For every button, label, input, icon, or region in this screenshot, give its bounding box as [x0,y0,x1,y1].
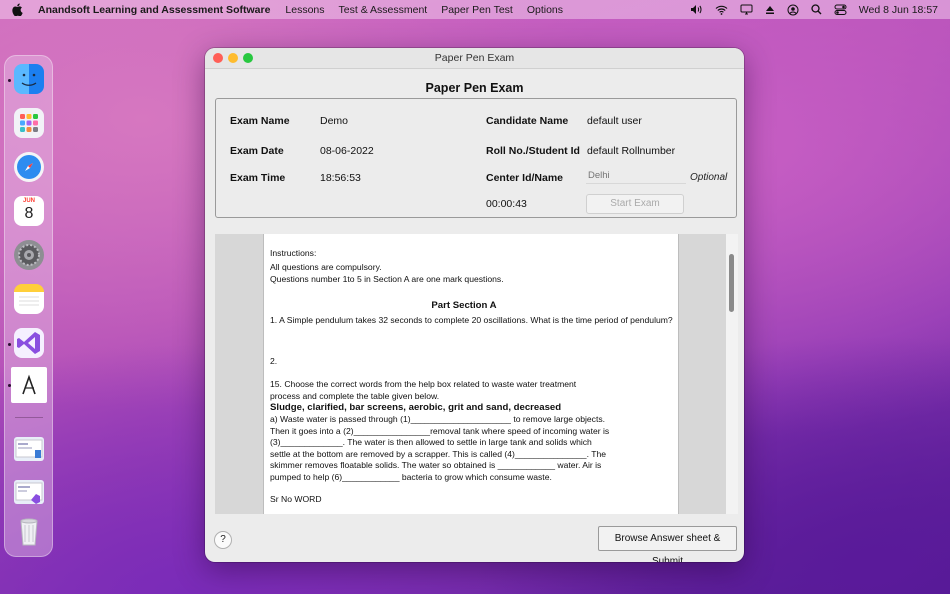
instructions-heading: Instructions: [270,248,317,258]
eject-icon[interactable] [765,5,775,15]
exam-date-label: Exam Date [230,145,284,157]
calendar-icon[interactable]: JUN 8 [14,196,44,226]
finder-icon[interactable] [14,64,44,94]
exam-time-value: 18:56:53 [320,172,361,184]
window-title: Paper Pen Exam [434,52,515,64]
anandsoft-app-icon[interactable] [11,367,47,403]
question-15-body-line: skimmer removes floatable solids. The wa… [270,460,602,470]
close-icon[interactable] [213,53,223,63]
page-title: Paper Pen Exam [425,81,524,95]
running-indicator [8,79,11,82]
exam-time-label: Exam Time [230,172,286,184]
question-15-body-line: pumped to help (6)____________ bacteria … [270,472,552,482]
search-icon[interactable] [811,4,822,15]
minimize-icon[interactable] [228,53,238,63]
section-title: Part Section A [431,300,497,311]
roll-no-label: Roll No./Student Id [486,145,580,157]
vertical-scrollbar[interactable] [726,234,738,514]
menubar-clock[interactable]: Wed 8 Jun 18:57 [859,4,938,16]
question-paper-viewer[interactable]: Instructions: All questions are compulso… [215,234,726,514]
question-15-body-line: Then it goes into a (2)________________r… [270,426,610,436]
paper-pen-exam-window: Paper Pen Exam Paper Pen Exam Exam Name … [205,48,744,562]
help-box-words: Sludge, clarified, bar screens, aerobic,… [270,402,562,413]
center-id-label: Center Id/Name [486,172,564,184]
menu-test-assessment[interactable]: Test & Assessment [339,4,428,16]
calendar-day: 8 [24,205,34,222]
menu-paper-pen-test[interactable]: Paper Pen Test [441,4,513,16]
question-paper-page: Instructions: All questions are compulso… [263,234,679,514]
exam-date-value: 08-06-2022 [320,145,374,157]
exam-name-label: Exam Name [230,115,290,127]
display-icon[interactable] [740,4,753,15]
roll-no-value: default Rollnumber [587,145,676,157]
exam-name-value: Demo [320,115,349,127]
exam-info-panel: Exam Name Demo Exam Date 08-06-2022 Exam… [215,98,737,218]
dock: JUN 8 [4,55,53,557]
wifi-icon[interactable] [715,5,728,15]
center-id-input[interactable] [586,167,686,184]
apple-icon[interactable] [12,3,26,16]
question-1: 1. A Simple pendulum takes 32 seconds to… [270,315,673,325]
notes-icon[interactable] [14,284,44,314]
zoom-icon[interactable] [243,53,253,63]
menu-bar: Anandsoft Learning and Assessment Softwa… [0,0,950,19]
preview-window-icon[interactable] [14,437,44,461]
start-exam-button[interactable]: Start Exam [586,194,684,214]
exam-timer: 00:00:43 [486,198,527,210]
candidate-name-label: Candidate Name [486,115,569,127]
question-15-line: 15. Choose the correct words from the he… [270,379,577,389]
volume-icon[interactable] [690,4,703,15]
question-2: 2. [270,356,278,366]
table-header-line: Sr No WORD [270,494,322,504]
menu-options[interactable]: Options [527,4,563,16]
help-button[interactable]: ? [214,531,232,549]
instructions-line: All questions are compulsory. [270,262,382,272]
user-icon[interactable] [787,4,799,16]
window-titlebar[interactable]: Paper Pen Exam [205,48,744,69]
question-15-body-line: settle at the bottom are removed by a sc… [270,449,606,459]
vs-window-icon[interactable] [14,480,44,504]
candidate-name-value: default user [587,115,642,127]
optional-note: Optional [690,172,728,183]
running-indicator [8,343,11,346]
control-center-icon[interactable] [834,4,847,15]
question-15-body-line: a) Waste water is passed through (1)____… [270,414,606,424]
instructions-line: Questions number 1to 5 in Section A are … [270,274,504,284]
trash-icon[interactable] [14,515,44,546]
safari-icon[interactable] [14,152,44,182]
scrollbar-thumb[interactable] [729,254,734,312]
visual-studio-icon[interactable] [14,328,44,358]
browse-submit-button[interactable]: Browse Answer sheet & Submit [598,526,737,562]
launchpad-icon[interactable] [14,108,44,138]
system-preferences-icon[interactable] [14,240,44,270]
question-15-body-line: (3)_____________. The water is then allo… [270,437,592,447]
menu-lessons[interactable]: Lessons [285,4,324,16]
question-15-line: process and complete the table given bel… [270,391,440,401]
app-menu-name[interactable]: Anandsoft Learning and Assessment Softwa… [38,4,270,16]
calendar-month: JUN [22,198,35,204]
dock-separator [15,417,43,418]
